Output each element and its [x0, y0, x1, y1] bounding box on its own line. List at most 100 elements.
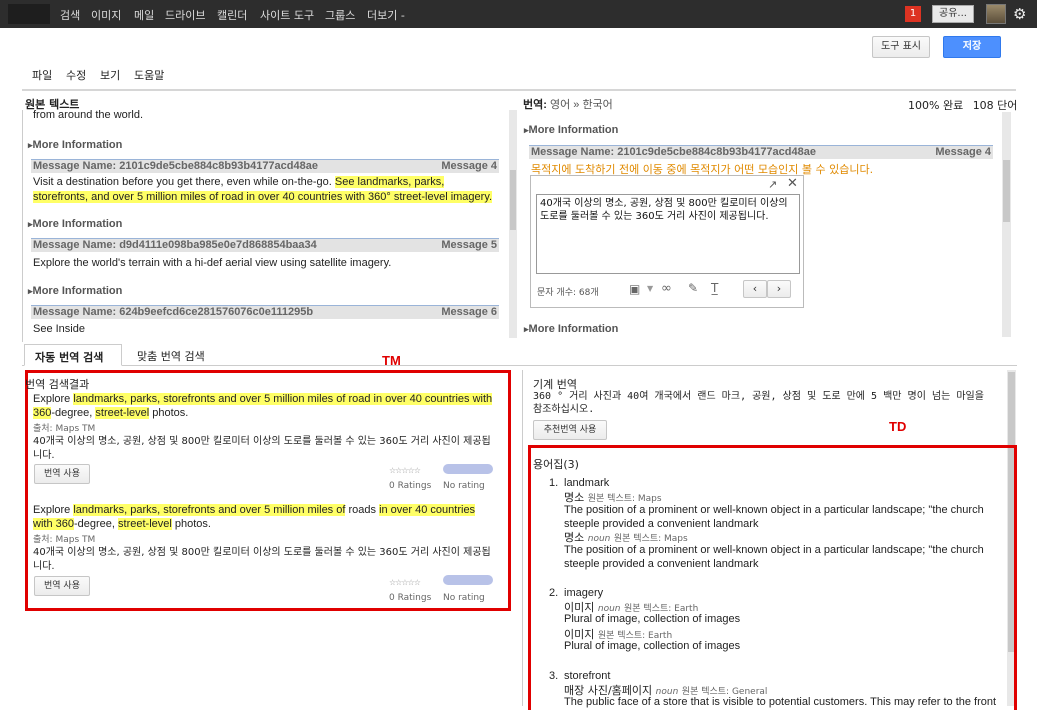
tm-text-plain: -degree, — [73, 518, 119, 530]
nav-images[interactable]: 이미지 — [91, 7, 121, 23]
language-pair[interactable]: 영어 » 한국어 — [550, 99, 613, 111]
more-information-link[interactable]: More Information — [28, 139, 123, 151]
translation-scrollbar[interactable] — [1002, 112, 1011, 337]
source-text-plain: Visit a destination before you get there… — [33, 176, 335, 188]
nav-calendar[interactable]: 캘린더 — [217, 7, 247, 23]
use-suggested-translation-button[interactable]: 추천번역 사용 — [533, 420, 607, 440]
message-number: Message 5 — [441, 239, 497, 251]
rating-pill — [443, 464, 493, 474]
machine-translation-text: 360 ° 거리 사진과 40여 개국에서 랜드 마크, 공원, 상점 및 도로… — [533, 391, 984, 415]
link-icon[interactable]: ∞ — [661, 281, 672, 296]
divider — [22, 89, 1016, 91]
share-button[interactable]: 공유... — [932, 5, 974, 23]
tm-translation-text: 40개국 이상의 명소, 공원, 상점 및 800만 킬로미터 이상의 도로를 … — [33, 436, 491, 461]
message-name: Message Name: d9d4111e098ba985e0e7d86885… — [33, 239, 317, 251]
progress-text: 100% 완료 108 단어 — [908, 97, 1017, 113]
message-header: Message Name: 2101c9de5cbe884c8b93b4177a… — [31, 159, 499, 173]
nav-sites[interactable]: 사이트 도구 — [260, 7, 314, 23]
rating-pill — [443, 575, 493, 585]
clear-format-icon[interactable]: T̲ — [711, 281, 718, 295]
char-count: 문자 개수: 68개 — [537, 288, 599, 298]
menu-edit[interactable]: 수정 — [66, 67, 86, 83]
nav-groups[interactable]: 그룹스 — [325, 7, 355, 23]
eraser-icon[interactable]: ✎ — [688, 281, 698, 295]
star-rating-icon[interactable]: ☆☆☆☆☆ — [389, 466, 421, 475]
tabs-baseline — [22, 365, 1017, 366]
glossary-term[interactable]: storefront — [564, 670, 610, 682]
glossary-entry-num: 2. — [549, 587, 559, 599]
tm-text-plain: -degree, — [51, 407, 96, 419]
use-translation-button[interactable]: 번역 사용 — [34, 464, 90, 484]
message-name: Message Name: 624b9eefcd6ce281576076c0e1… — [33, 306, 314, 318]
close-icon[interactable]: ✕ — [787, 176, 798, 191]
nav-mail[interactable]: 메일 — [134, 7, 154, 23]
tm-translation-text: 40개국 이상의 명소, 공원, 상점 및 800만 킬로미터 이상의 도로를 … — [33, 547, 491, 572]
next-message-button[interactable]: › — [767, 280, 791, 298]
glossary-term[interactable]: imagery — [564, 587, 603, 599]
tm-results-title: 번역 검색결과 — [25, 378, 90, 391]
notification-badge[interactable]: 1 — [905, 6, 921, 22]
glossary-term[interactable]: landmark — [564, 477, 609, 489]
word-count: 108 단어 — [972, 99, 1018, 112]
message-header: Message Name: 2101c9de5cbe884c8b93b4177a… — [529, 145, 993, 159]
more-information-link[interactable]: More Information — [28, 285, 123, 297]
scrollbar-thumb[interactable] — [1003, 160, 1010, 222]
tm-text-highlighted: street-level — [95, 407, 150, 419]
more-information-link[interactable]: More Information — [524, 124, 619, 136]
more-information-link[interactable]: More Information — [28, 218, 123, 230]
glossary-entry-num: 3. — [549, 670, 559, 682]
td-annotation: TD — [889, 419, 907, 434]
glossary-definition: Plural of image, collection of images — [564, 640, 741, 652]
glossary-entry-num: 1. — [549, 477, 559, 489]
nav-more[interactable]: 더보기 - — [367, 7, 405, 23]
source-message-text[interactable]: Explore the world's terrain with a hi-de… — [33, 256, 499, 271]
no-rating-text: No rating — [443, 593, 485, 603]
text-format-icon[interactable]: ▣ — [629, 282, 640, 296]
google-logo[interactable] — [8, 4, 50, 24]
prev-message-button[interactable]: ‹ — [743, 280, 767, 298]
translation-textarea[interactable]: 40개국 이상의 명소, 공원, 상점 및 800만 킬로미터 이상의 도로를 … — [536, 194, 800, 274]
expand-icon[interactable]: ↗ — [768, 178, 777, 191]
menu-help[interactable]: 도움말 — [134, 67, 164, 83]
tm-text-plain: photos. — [149, 407, 189, 419]
save-button[interactable]: 저장 — [943, 36, 1001, 58]
message-name: Message Name: 2101c9de5cbe884c8b93b4177a… — [33, 160, 318, 172]
scrollbar-thumb[interactable] — [510, 170, 516, 230]
menu-file[interactable]: 파일 — [32, 67, 52, 83]
tm-text-highlighted: landmarks, parks, storefronts and over 5… — [73, 504, 346, 516]
glossary-definition: The position of a prominent or well-know… — [564, 544, 984, 570]
chevron-down-icon[interactable]: ▼ — [647, 284, 653, 293]
progress-percent: 100% 완료 — [908, 99, 964, 112]
source-message-text[interactable]: Visit a destination before you get there… — [33, 175, 499, 205]
tab-custom-translation-search[interactable]: 맞춤 번역 검색 — [137, 348, 205, 364]
tab-auto-translation-search[interactable]: 자동 번역 검색 — [24, 344, 122, 366]
gear-icon[interactable]: ⚙ — [1013, 5, 1026, 23]
tm-text-plain: photos. — [171, 518, 211, 530]
tm-source-label: 출처: Maps TM — [33, 535, 96, 545]
tm-text-plain: Explore — [33, 504, 74, 516]
panel-border — [22, 110, 23, 342]
translation-header: 번역: 영어 » 한국어 — [523, 96, 613, 112]
tm-source-text: Explore landmarks, parks, storefronts an… — [33, 392, 495, 420]
star-rating-icon[interactable]: ☆☆☆☆☆ — [389, 578, 421, 587]
avatar[interactable] — [986, 4, 1006, 24]
top-nav-bar: 검색 이미지 메일 드라이브 캘린더 사이트 도구 그룹스 더보기 - 1 공유… — [0, 0, 1037, 28]
message-name: Message Name: 2101c9de5cbe884c8b93b4177a… — [531, 146, 816, 158]
message-number: Message 6 — [441, 306, 497, 318]
menu-view[interactable]: 보기 — [100, 67, 120, 83]
use-translation-button[interactable]: 번역 사용 — [34, 576, 90, 596]
tm-source-label: 출처: Maps TM — [33, 424, 96, 434]
show-tools-button[interactable]: 도구 표시 — [872, 36, 930, 58]
nav-drive[interactable]: 드라이브 — [165, 7, 205, 23]
tm-text-plain: Explore — [33, 393, 74, 405]
tm-annotation: TM — [382, 353, 401, 368]
no-rating-text: No rating — [443, 481, 485, 491]
message-header: Message Name: 624b9eefcd6ce281576076c0e1… — [31, 305, 499, 319]
source-message-text[interactable]: See Inside — [33, 322, 499, 337]
tm-text-highlighted: street-level — [118, 518, 172, 530]
message-header: Message Name: d9d4111e098ba985e0e7d86885… — [31, 238, 499, 252]
nav-search[interactable]: 검색 — [60, 7, 80, 23]
source-scrollbar[interactable] — [509, 110, 517, 338]
more-information-link[interactable]: More Information — [524, 323, 619, 335]
glossary-definition: The position of a prominent or well-know… — [564, 504, 984, 530]
